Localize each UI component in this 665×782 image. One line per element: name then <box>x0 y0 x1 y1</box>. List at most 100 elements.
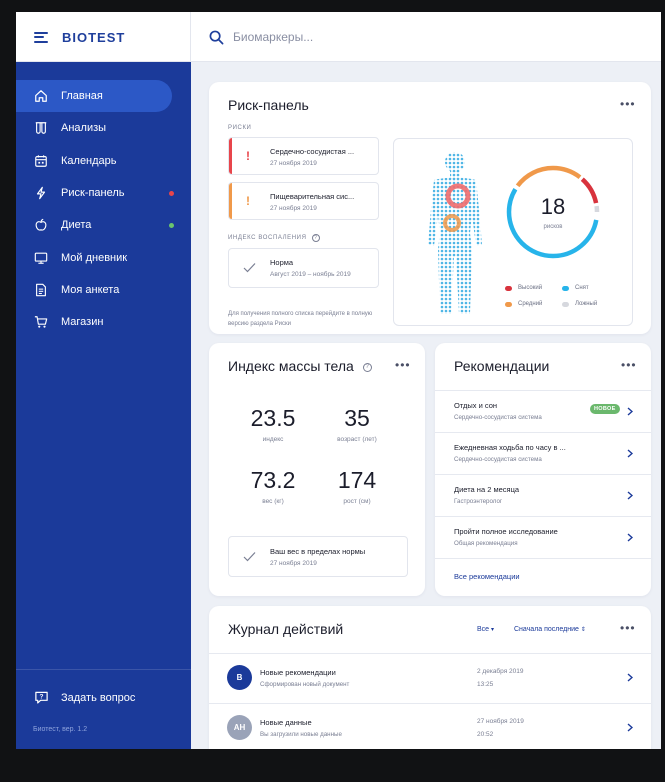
risk-item-digestive[interactable]: ! Пищеварительная сис... 27 ноября 2019 <box>228 182 379 220</box>
sidebar-item-questionnaire[interactable]: Моя анкета <box>16 274 191 306</box>
document-icon <box>36 283 46 297</box>
diet-status-dot <box>169 223 174 229</box>
search-bar <box>191 12 661 62</box>
legend-removed: Снят <box>562 285 589 291</box>
filter-all-dropdown[interactable]: Все ▾ <box>477 626 494 633</box>
metric-label: вес (кг) <box>262 498 284 505</box>
filter-all-label: Все <box>477 626 490 633</box>
search-input[interactable] <box>233 30 533 44</box>
recommendation-item[interactable]: Диета на 2 месяца Гастроэнтеролог <box>435 474 651 516</box>
activity-log-card: Журнал действий Все ▾ Сначала последние … <box>209 606 651 749</box>
activity-row[interactable]: АН Новые данные Вы загрузили новые данны… <box>209 703 651 749</box>
metric-value: 73.2 <box>250 467 296 493</box>
bmi-more-icon[interactable]: ••• <box>395 359 411 371</box>
alert-icon: ! <box>246 194 250 208</box>
activity-date: 2 декабря 2019 <box>477 668 524 675</box>
recommendations-card: Рекомендации ••• Отдых и сон Сердечно-со… <box>435 343 651 596</box>
activity-title: Новые данные <box>260 718 312 727</box>
sidebar-item-label: Моя анкета <box>61 283 120 296</box>
inflammation-status: Норма <box>270 258 294 267</box>
legend-high: Высокий <box>505 285 542 291</box>
chevron-right-icon <box>627 533 633 542</box>
chevron-right-icon <box>627 407 633 416</box>
sidebar-item-tests[interactable]: Анализы <box>16 112 191 144</box>
risk-level-bar <box>229 138 232 174</box>
alert-icon: ! <box>246 149 250 163</box>
recommendation-subtitle: Гастроэнтеролог <box>454 498 503 505</box>
legend-label: Ложный <box>575 301 598 307</box>
metric-value: 174 <box>337 467 377 493</box>
avatar: АН <box>227 715 252 740</box>
sidebar-item-risk-panel[interactable]: Риск-панель <box>16 177 191 209</box>
risk-item-title: Сердечно-сосудистая ... <box>270 147 355 156</box>
legend-label: Высокий <box>518 285 543 291</box>
sort-label: Сначала последние <box>514 626 579 633</box>
sort-dropdown[interactable]: Сначала последние ⇕ <box>514 626 586 633</box>
info-icon[interactable]: ? <box>362 362 372 372</box>
recommendation-title: Ежедневная ходьба по часу в ... <box>454 443 566 452</box>
monitor-icon <box>34 252 48 264</box>
recommendation-item[interactable]: Пройти полное исследование Общая рекомен… <box>435 516 651 558</box>
sidebar-item-home[interactable]: Главная <box>16 80 172 113</box>
sidebar-item-calendar[interactable]: Календарь <box>16 145 191 177</box>
recommendation-subtitle: Общая рекомендация <box>454 540 518 547</box>
risk-panel-more-icon[interactable]: ••• <box>620 98 636 110</box>
recommendation-item[interactable]: Отдых и сон Сердечно-сосудистая система … <box>435 390 651 432</box>
bmi-title-text: Индекс массы тела <box>228 358 354 374</box>
test-tubes-icon <box>35 122 47 135</box>
bmi-title: Индекс массы тела ? <box>228 358 372 374</box>
risk-item-cardio[interactable]: ! Сердечно-сосудистая ... 27 ноября 2019 <box>228 137 379 175</box>
recommendation-title: Отдых и сон <box>454 401 498 410</box>
recommendation-title: Диета на 2 месяца <box>454 485 520 494</box>
all-recommendations-link[interactable]: Все рекомендации <box>454 572 520 581</box>
chat-question-icon: ? <box>35 691 48 704</box>
bmi-status-date: 27 ноября 2019 <box>270 560 317 567</box>
cart-icon <box>34 316 48 328</box>
recommendation-item[interactable]: Ежедневная ходьба по часу в ... Сердечно… <box>435 432 651 474</box>
legend-label: Снят <box>575 285 589 291</box>
body-risk-visual: 18 рисков Высокий Снят Средний Ложный <box>393 138 633 326</box>
divider <box>435 558 651 559</box>
risk-status-dot <box>169 190 174 196</box>
risk-panel-card: Риск-панель ••• РИСКИ ! Сердечно-сосудис… <box>209 82 651 334</box>
metric-label: рост (см) <box>343 498 371 505</box>
search-icon[interactable] <box>209 30 224 45</box>
app-version: Биотест, вер. 1.2 <box>33 726 88 733</box>
lightning-icon <box>36 186 46 200</box>
bmi-metric-height: 174 рост (см) <box>317 467 397 505</box>
top-bar: BIOTEST <box>16 12 661 62</box>
bmi-metric-age: 35 возраст (лет) <box>317 405 397 443</box>
recommendation-subtitle: Сердечно-сосудистая система <box>454 414 542 421</box>
risk-level-bar <box>229 183 232 219</box>
info-icon[interactable]: ? <box>311 234 320 242</box>
sidebar-nav: Главная Анализы Календарь Риск-панель Ди… <box>16 80 191 338</box>
recommendation-subtitle: Сердечно-сосудистая система <box>454 456 542 463</box>
brand-area: BIOTEST <box>16 12 191 62</box>
menu-icon[interactable] <box>34 31 48 43</box>
sidebar-item-shop[interactable]: Магазин <box>16 306 191 338</box>
recommendations-title: Рекомендации <box>454 358 550 374</box>
activity-row[interactable]: B Новые рекомендации Сформирован новый д… <box>209 653 651 703</box>
chevron-right-icon <box>627 449 633 458</box>
activity-subtitle: Вы загрузили новые данные <box>260 731 342 738</box>
legend-false: Ложный <box>562 301 597 307</box>
recommendation-title: Пройти полное исследование <box>454 527 558 536</box>
activity-subtitle: Сформирован новый документ <box>260 681 350 688</box>
ask-question-button[interactable]: ? Задать вопрос <box>34 690 135 705</box>
bmi-status-title: Ваш вес в пределах нормы <box>270 547 366 556</box>
chevron-right-icon <box>627 491 633 500</box>
check-icon <box>243 263 256 273</box>
activity-log-title: Журнал действий <box>228 621 344 637</box>
recommendations-more-icon[interactable]: ••• <box>621 359 637 371</box>
sidebar: Главная Анализы Календарь Риск-панель Ди… <box>16 62 191 749</box>
risk-count-label: рисков <box>543 224 563 230</box>
sidebar-item-diet[interactable]: Диета <box>16 209 191 241</box>
check-icon <box>243 552 256 562</box>
sidebar-item-label: Магазин <box>61 316 104 329</box>
sidebar-item-label: Диета <box>61 219 92 232</box>
sidebar-item-label: Анализы <box>61 122 107 135</box>
activity-log-more-icon[interactable]: ••• <box>620 622 636 634</box>
inflammation-index-label: ИНДЕКС ВОСПАЛЕНИЯ ? <box>228 234 320 242</box>
activity-time: 13:25 <box>477 681 494 688</box>
sidebar-item-diary[interactable]: Мой дневник <box>16 241 191 273</box>
